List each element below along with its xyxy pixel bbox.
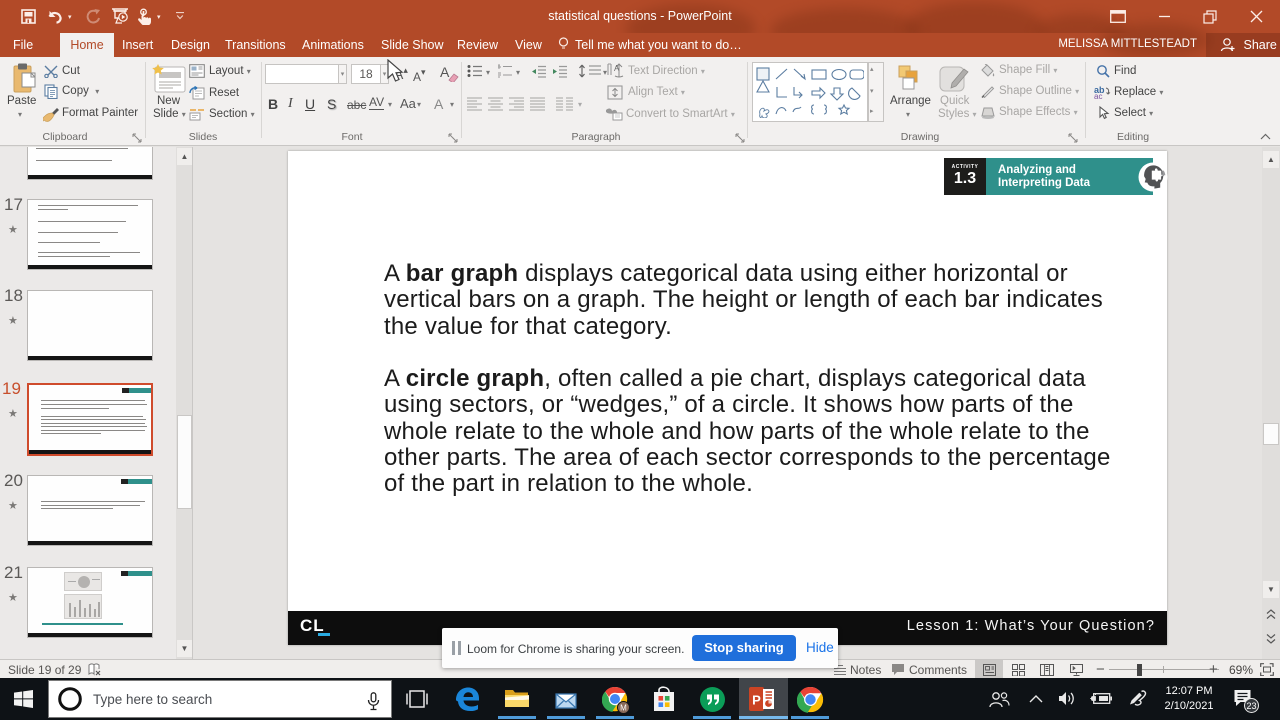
svg-text:P: P	[752, 693, 761, 708]
svg-text:ac: ac	[1094, 92, 1102, 99]
svg-text:M: M	[620, 704, 627, 713]
svg-text:A: A	[614, 64, 620, 73]
